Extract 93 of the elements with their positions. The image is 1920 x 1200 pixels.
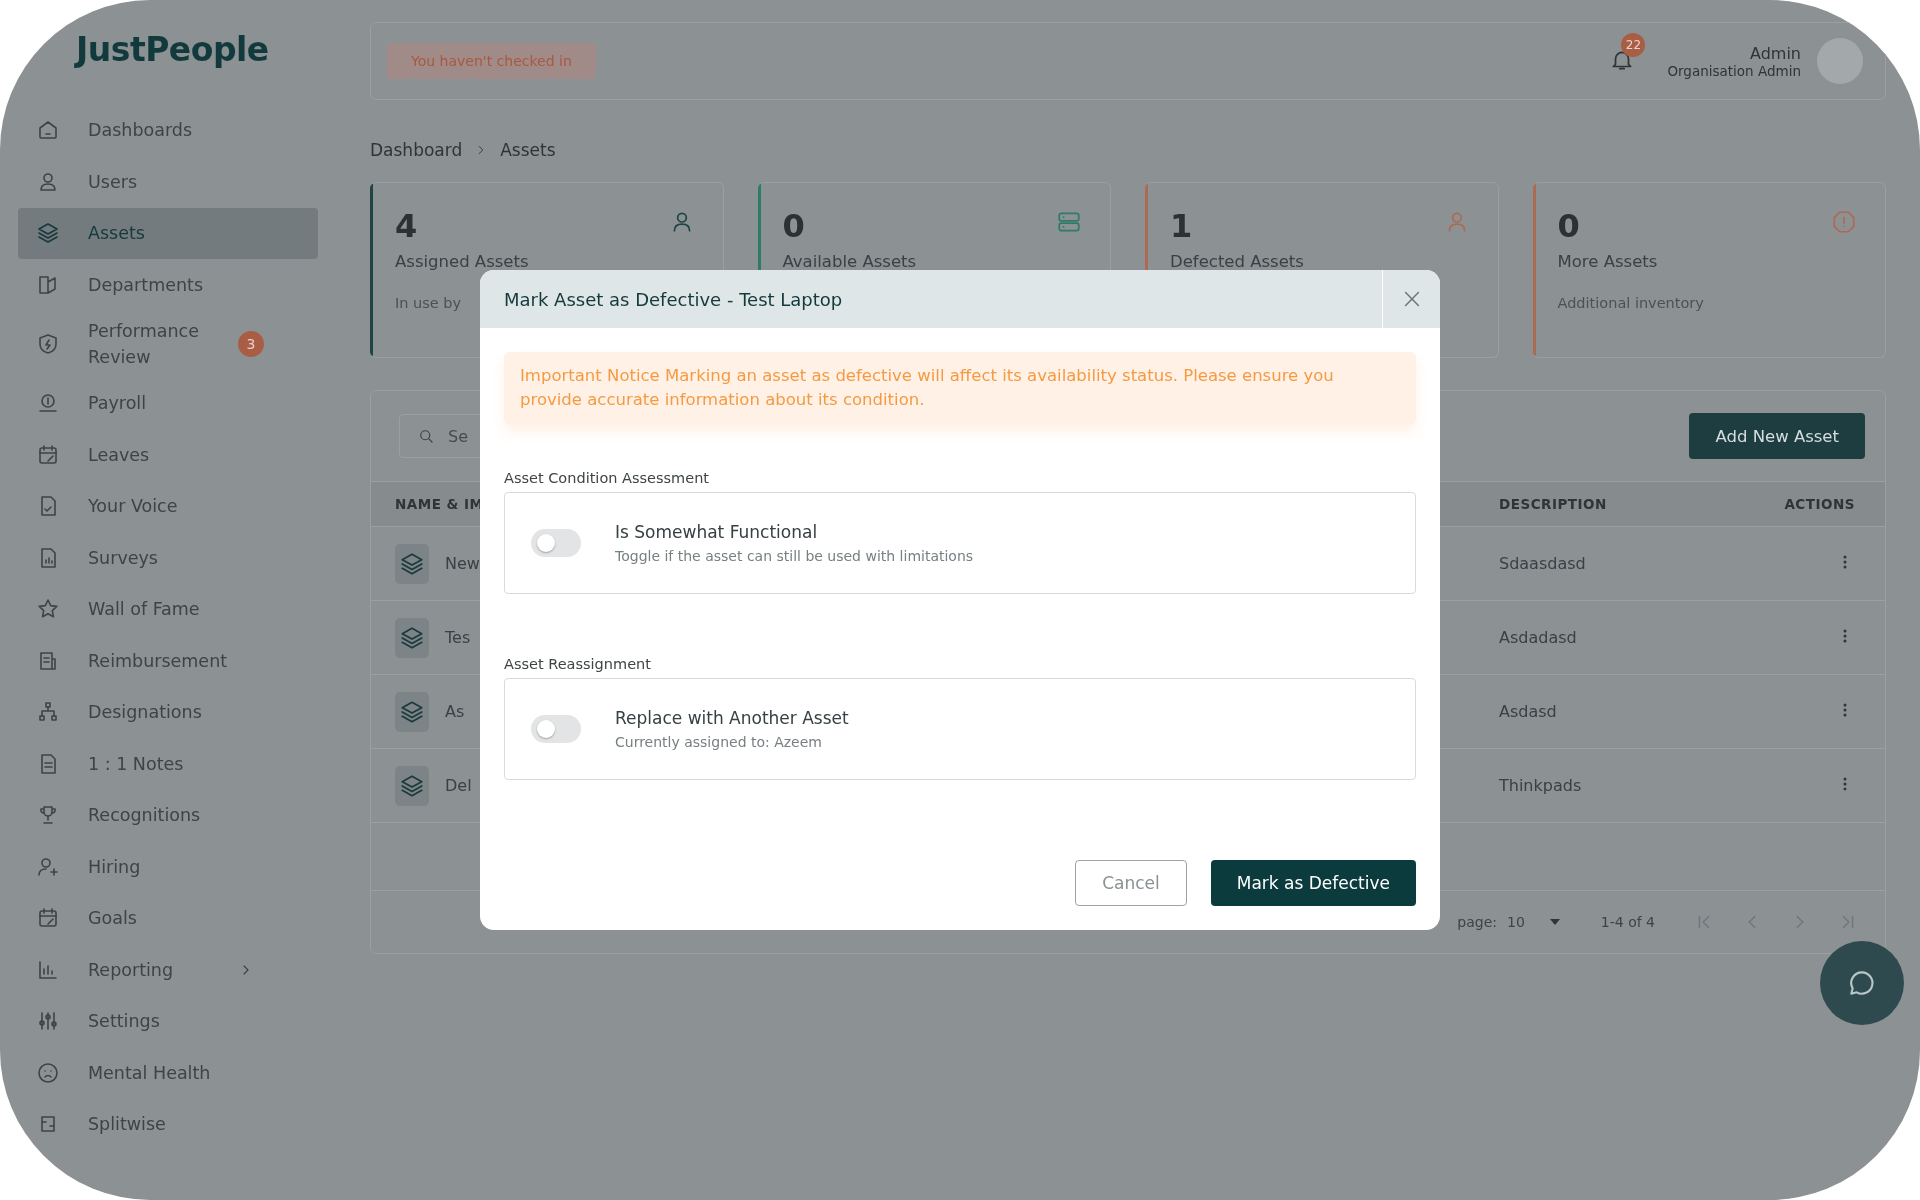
sidebar-item-label: Recognitions [88, 804, 202, 828]
sidebar-item[interactable]: Departments [18, 259, 318, 310]
sidebar-item[interactable]: Reporting [18, 944, 318, 995]
user-role: Organisation Admin [1667, 62, 1801, 79]
sidebar-item[interactable]: Wall of Fame [18, 584, 318, 635]
sidebar-item[interactable]: Leaves [18, 429, 318, 480]
sidebar-item[interactable]: Splitwise [18, 1099, 318, 1150]
breadcrumb-item[interactable]: Assets [500, 140, 556, 160]
sidebar-item-label: Splitwise [88, 1113, 167, 1137]
search-icon [417, 427, 435, 445]
sidebar-item-label: 1 : 1 Notes [88, 752, 185, 776]
table-cell: As [445, 702, 465, 721]
sidebar-item-label: Performance Review [88, 319, 200, 369]
sidebar-item-label: Settings [88, 1010, 161, 1034]
stat-note: In use by [395, 295, 462, 312]
app-logo: JustPeople [76, 30, 270, 69]
layers-icon [36, 221, 60, 246]
caret-down-icon [1548, 918, 1561, 926]
stat-label: Defected Assets [1170, 252, 1305, 272]
stat-label: Available Assets [782, 252, 918, 272]
sidebar-item[interactable]: Surveys [18, 532, 318, 583]
column-header: ACTIONS [1783, 496, 1856, 512]
stat-value: 0 [782, 209, 805, 245]
stat-note: Additional inventory [1557, 295, 1704, 312]
sidebar-item-label: Wall of Fame [88, 598, 201, 622]
sidebar-item-label: Payroll [88, 392, 148, 416]
shield-icon [36, 332, 60, 356]
column-header: DESCRIPTION [1498, 496, 1608, 512]
page-size-select[interactable]: 10 [1507, 914, 1561, 930]
sidebar-item-label: Hiring [88, 855, 142, 879]
sidebar-item-label: Your Voice [88, 495, 179, 519]
option-description: Currently assigned to: Azeem [615, 733, 823, 750]
sidebar-item-label: Assets [88, 222, 146, 246]
sad-face-icon [36, 1060, 60, 1085]
sidebar-item[interactable]: Hiring [18, 841, 318, 892]
sidebar-item[interactable]: Goals [18, 893, 318, 944]
sidebar-item-label: Leaves [88, 443, 151, 467]
sidebar-item[interactable]: Designations [18, 687, 318, 738]
table-cell: Asdasd [1499, 702, 1557, 721]
sidebar-item[interactable]: Assets [18, 208, 318, 259]
sidebar-item-label: Goals [88, 907, 138, 931]
sidebar-item[interactable]: Payroll [18, 378, 318, 429]
calendar-icon [36, 442, 60, 467]
section-label: Asset Condition Assessment [504, 469, 711, 486]
sidebar-item[interactable]: Users [18, 156, 318, 207]
sidebar-item[interactable]: Your Voice [18, 481, 318, 532]
sidebar-item[interactable]: Mental Health [18, 1047, 318, 1098]
cancel-button[interactable]: Cancel [1075, 860, 1187, 906]
sidebar-item-label: Reimbursement [88, 649, 229, 673]
page-range: 1-4 of 4 [1600, 914, 1655, 930]
rows-per-page-label: page: [1457, 914, 1497, 930]
table-cell: Thinkpads [1499, 776, 1582, 795]
avatar[interactable] [1817, 38, 1863, 84]
sidebar-item-label: Departments [88, 273, 204, 297]
option-title: Replace with Another Asset [615, 707, 849, 728]
option-title: Is Somewhat Functional [615, 521, 819, 542]
sidebar-item-label: Mental Health [88, 1061, 212, 1085]
sidebar-item[interactable]: 1 : 1 Notes [18, 738, 318, 789]
table-cell: Sdaasdasd [1499, 554, 1586, 573]
sidebar-item[interactable]: Recognitions [18, 790, 318, 841]
sidebar-item[interactable]: Reimbursement [18, 635, 318, 686]
sidebar-item-label: Reporting [88, 958, 175, 982]
sidebar-item-label: Surveys [88, 546, 159, 570]
table-cell: Tes [445, 628, 471, 647]
sidebar-item-label: Designations [88, 701, 203, 725]
sidebar-item-label: Dashboards [88, 119, 194, 143]
sidebar-item[interactable]: Dashboards [18, 105, 318, 156]
sidebar-item[interactable]: Settings [18, 996, 318, 1047]
sidebar-item-label: Users [88, 170, 138, 194]
notification-badge: 22 [1621, 33, 1646, 57]
stat-value: 4 [395, 209, 418, 245]
check-in-status: You haven't checked in [387, 43, 596, 79]
notice-banner: Important Notice Marking an asset as defective will affect its availability status. Please ensure you provide accurate information about its condition. [504, 352, 1416, 424]
stat-label: More Assets [1557, 252, 1659, 272]
stat-value: 0 [1557, 209, 1580, 245]
toggle-switch[interactable] [531, 714, 581, 743]
option-description: Toggle if the asset can still be used with limitations [615, 547, 974, 564]
sidebar-item[interactable]: Performance Review 3 [18, 311, 318, 377]
alert-icon [1831, 209, 1857, 235]
table-cell: New [445, 554, 480, 573]
modal-title: Mark Asset as Defective - Test Laptop [503, 287, 844, 312]
table-cell: Del [445, 776, 472, 795]
stat-label: Assigned Assets [395, 252, 530, 272]
server-icon [1056, 209, 1082, 235]
stat-value: 1 [1170, 209, 1193, 245]
user-name: Admin [1750, 43, 1801, 63]
table-cell: Asdadasd [1499, 628, 1577, 647]
toggle-switch[interactable] [531, 528, 581, 557]
section-label: Asset Reassignment [504, 655, 652, 672]
add-asset-button[interactable]: Add New Asset [1689, 413, 1865, 459]
count-badge: 3 [238, 331, 264, 357]
breadcrumb-item[interactable]: Dashboard [370, 140, 463, 160]
confirm-button[interactable]: Mark as Defective [1210, 860, 1416, 906]
